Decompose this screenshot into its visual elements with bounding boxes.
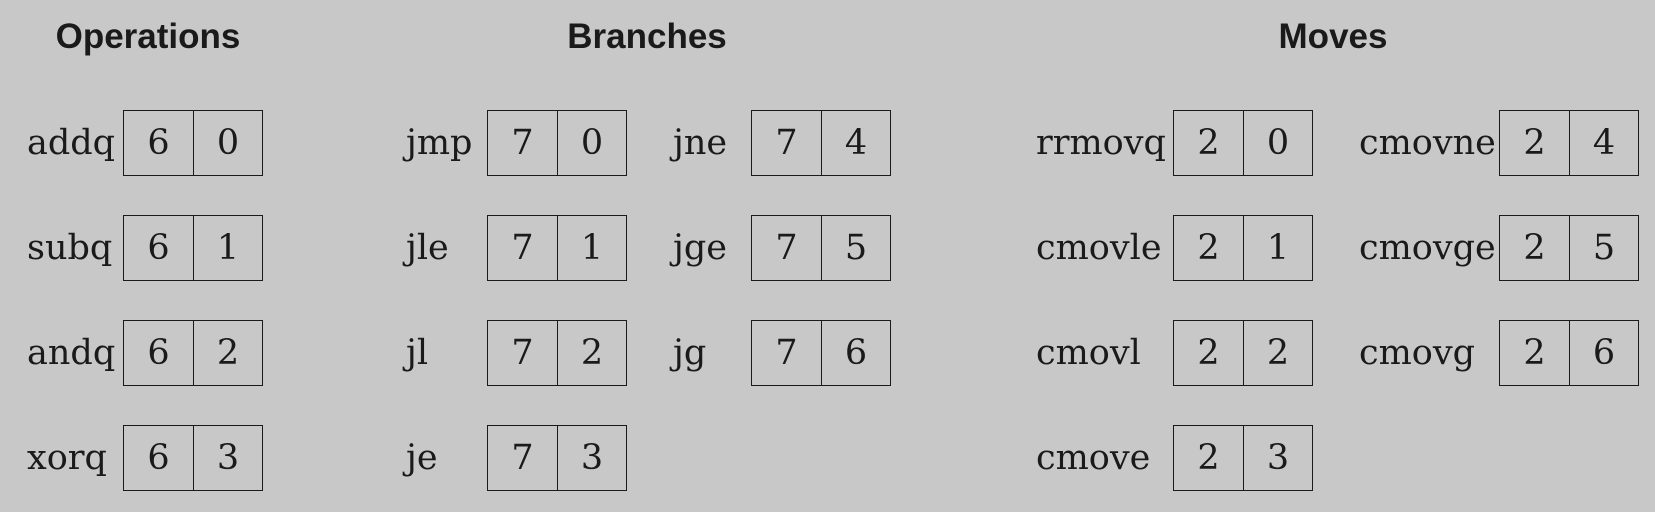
- encoding-box: 7 3: [487, 425, 627, 491]
- encoding-box: 2 5: [1499, 215, 1639, 281]
- mnemonic-label: jne: [673, 123, 728, 163]
- ifun-nibble: 2: [193, 321, 262, 385]
- icode-nibble: 2: [1197, 438, 1220, 478]
- icode-nibble: 7: [775, 333, 798, 373]
- mnemonic-label: addq: [27, 123, 116, 163]
- ifun-nibble: 5: [1569, 216, 1638, 280]
- icode-nibble: 6: [147, 333, 170, 373]
- mnemonic-label: subq: [27, 228, 113, 268]
- icode-nibble: 7: [511, 123, 534, 163]
- encoding-box: 6 0: [123, 110, 263, 176]
- icode-nibble: 7: [511, 228, 534, 268]
- mnemonic-label: xorq: [27, 438, 107, 478]
- encoding-box: 2 2: [1173, 320, 1313, 386]
- encoding-box: 7 5: [751, 215, 891, 281]
- encoding-box: 6 1: [123, 215, 263, 281]
- ifun-nibble: 4: [821, 111, 890, 175]
- icode-nibble: 7: [511, 438, 534, 478]
- ifun-nibble: 2: [1243, 321, 1312, 385]
- mnemonic-label: cmove: [1036, 438, 1151, 478]
- encoding-box: 2 6: [1499, 320, 1639, 386]
- encoding-box: 7 6: [751, 320, 891, 386]
- icode-nibble: 6: [147, 228, 170, 268]
- mnemonic-label: jl: [406, 333, 429, 373]
- ifun-nibble: 3: [557, 426, 626, 490]
- icode-nibble: 2: [1523, 123, 1546, 163]
- ifun-nibble: 1: [193, 216, 262, 280]
- mnemonic-label: cmovne: [1359, 123, 1496, 163]
- icode-nibble: 2: [1197, 333, 1220, 373]
- ifun-nibble: 5: [821, 216, 890, 280]
- encoding-box: 7 1: [487, 215, 627, 281]
- moves-heading: Moves: [1278, 17, 1388, 56]
- icode-nibble: 6: [147, 123, 170, 163]
- ifun-nibble: 3: [193, 426, 262, 490]
- mnemonic-label: cmovge: [1359, 228, 1496, 268]
- ifun-nibble: 6: [1569, 321, 1638, 385]
- icode-nibble: 2: [1197, 228, 1220, 268]
- mnemonic-label: jge: [673, 228, 727, 268]
- encoding-box: 2 0: [1173, 110, 1313, 176]
- ifun-nibble: 0: [1243, 111, 1312, 175]
- mnemonic-label: jle: [406, 228, 449, 268]
- mnemonic-label: je: [406, 438, 438, 478]
- ifun-nibble: 0: [557, 111, 626, 175]
- encoding-box: 7 4: [751, 110, 891, 176]
- mnemonic-label: cmovg: [1359, 333, 1476, 373]
- branches-heading: Branches: [567, 17, 727, 56]
- icode-nibble: 7: [775, 228, 798, 268]
- mnemonic-label: andq: [27, 333, 116, 373]
- operations-heading: Operations: [55, 17, 241, 56]
- icode-nibble: 2: [1197, 123, 1220, 163]
- encoding-box: 6 3: [123, 425, 263, 491]
- mnemonic-label: jmp: [406, 123, 473, 163]
- mnemonic-label: cmovle: [1036, 228, 1162, 268]
- ifun-nibble: 4: [1569, 111, 1638, 175]
- mnemonic-label: cmovl: [1036, 333, 1141, 373]
- mnemonic-label: jg: [673, 333, 707, 373]
- icode-nibble: 6: [147, 438, 170, 478]
- ifun-nibble: 6: [821, 321, 890, 385]
- encoding-box: 2 3: [1173, 425, 1313, 491]
- ifun-nibble: 1: [1243, 216, 1312, 280]
- encoding-box: 7 0: [487, 110, 627, 176]
- ifun-nibble: 0: [193, 111, 262, 175]
- ifun-nibble: 2: [557, 321, 626, 385]
- ifun-nibble: 3: [1243, 426, 1312, 490]
- encoding-box: 6 2: [123, 320, 263, 386]
- mnemonic-label: rrmovq: [1036, 123, 1166, 163]
- icode-nibble: 7: [775, 123, 798, 163]
- ifun-nibble: 1: [557, 216, 626, 280]
- encoding-box: 2 1: [1173, 215, 1313, 281]
- icode-nibble: 2: [1523, 333, 1546, 373]
- icode-nibble: 7: [511, 333, 534, 373]
- encoding-box: 7 2: [487, 320, 627, 386]
- icode-nibble: 2: [1523, 228, 1546, 268]
- encoding-box: 2 4: [1499, 110, 1639, 176]
